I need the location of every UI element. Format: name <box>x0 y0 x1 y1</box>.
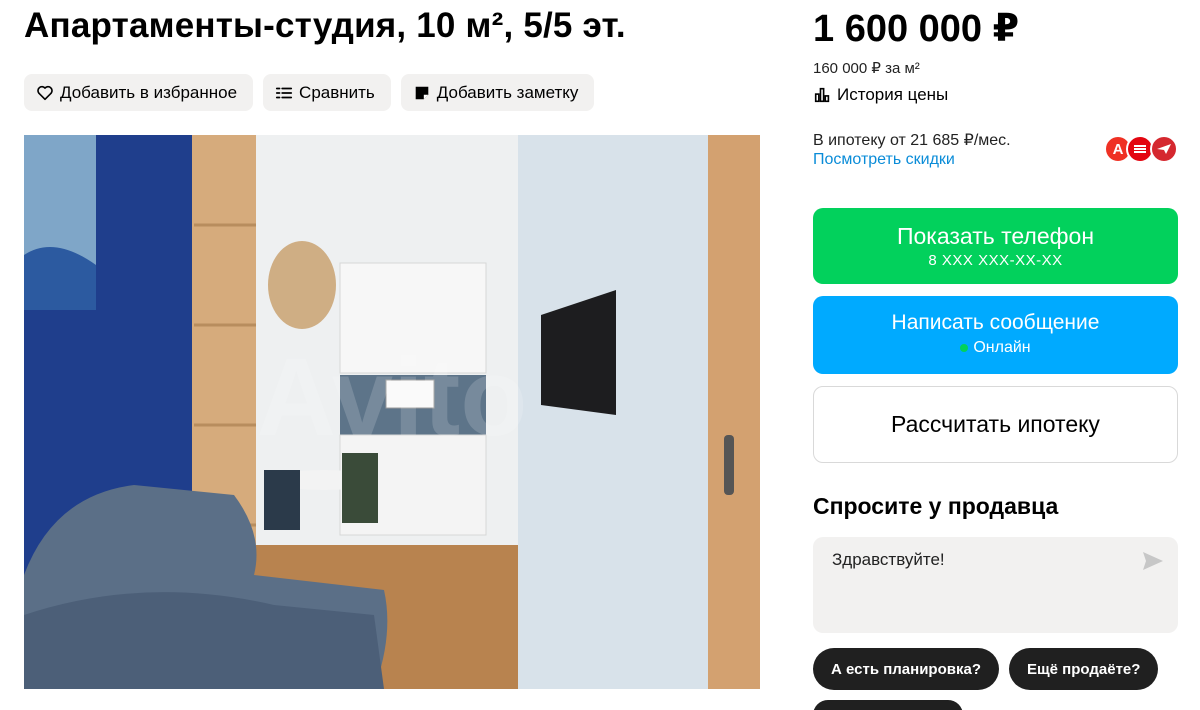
write-message-label: Написать сообщение <box>891 311 1100 334</box>
bar-chart-icon <box>814 87 830 103</box>
note-icon <box>413 84 431 102</box>
compare-button[interactable]: Сравнить <box>263 74 391 111</box>
apartment-photo-illustration: Avito <box>24 135 760 689</box>
show-phone-button[interactable]: Показать телефон 8 XXX XXX-XX-XX <box>813 208 1178 284</box>
listing-title: Апартаменты-студия, 10 м², 5/5 эт. <box>24 6 626 45</box>
online-status: Онлайн <box>813 339 1178 357</box>
add-note-button[interactable]: Добавить заметку <box>400 74 595 111</box>
price-per-sqm: 160 000 ₽ за м² <box>813 60 920 77</box>
calculate-mortgage-button[interactable]: Рассчитать ипотеку <box>813 386 1178 463</box>
compare-icon <box>275 84 293 102</box>
quick-question-chip[interactable]: Ещё продаёте? <box>1009 648 1159 690</box>
listing-actions: Добавить в избранное Сравнить Добавить з… <box>24 74 595 111</box>
bank-logos: А <box>1104 135 1180 165</box>
add-to-favorites-label: Добавить в избранное <box>60 82 238 102</box>
masked-phone: 8 XXX XXX-XX-XX <box>928 252 1063 269</box>
ask-seller-title: Спросите у продавца <box>813 493 1059 519</box>
online-status-label: Онлайн <box>973 339 1031 356</box>
avito-watermark: Avito <box>257 336 528 459</box>
add-to-favorites-button[interactable]: Добавить в избранное <box>24 74 254 111</box>
online-dot-icon <box>960 344 969 352</box>
heart-icon <box>36 84 54 102</box>
add-note-label: Добавить заметку <box>436 82 579 102</box>
price-history-link[interactable]: История цены <box>813 85 948 105</box>
price-history-label: История цены <box>837 85 949 104</box>
bank-logo-icon <box>1150 135 1178 163</box>
view-discounts-link[interactable]: Посмотреть скидки <box>813 151 955 169</box>
price-value: 1 600 000 ₽ <box>813 8 1020 50</box>
quick-questions: А есть планировка? Ещё продаёте? <box>813 648 1159 690</box>
mortgage-text: В ипотеку от 21 685 ₽/мес. <box>813 132 1011 149</box>
write-message-button[interactable]: Написать сообщение Онлайн <box>813 296 1178 374</box>
ask-seller-box <box>813 537 1178 633</box>
send-icon[interactable] <box>1142 551 1164 571</box>
quick-question-chip-cut[interactable] <box>813 700 963 710</box>
listing-photo[interactable]: Avito <box>24 135 760 689</box>
show-phone-label: Показать телефон <box>896 223 1095 249</box>
quick-question-chip[interactable]: А есть планировка? <box>813 648 999 690</box>
ask-seller-input[interactable] <box>832 550 1122 570</box>
compare-label: Сравнить <box>299 82 375 102</box>
